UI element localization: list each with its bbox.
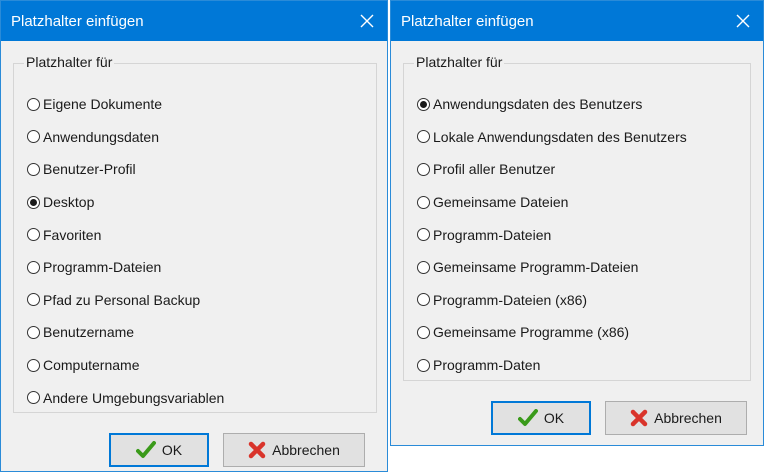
radio-list: Eigene Dokumente Anwendungsdaten Benutzer-… (27, 88, 224, 414)
radio-option-label: Benutzer-Profil (43, 161, 136, 178)
radio-option[interactable]: Anwendungsdaten des Benutzers (417, 88, 687, 121)
ok-button-label: OK (543, 410, 565, 426)
dialog-title: Platzhalter einfügen (401, 12, 534, 30)
radio-button[interactable] (417, 195, 430, 209)
cancel-button[interactable]: Abbrechen (605, 401, 747, 435)
radio-option-label: Profil aller Benutzer (433, 161, 556, 178)
checkmark-icon (135, 441, 156, 458)
radio-button[interactable] (27, 130, 40, 144)
radio-button[interactable] (27, 260, 40, 274)
radio-button[interactable] (27, 228, 40, 242)
insert-placeholder-dialog-left: Platzhalter einfügen Platzhalter für Eig… (0, 0, 388, 472)
close-icon (360, 14, 374, 28)
radio-option-label: Anwendungsdaten des Benutzers (433, 96, 643, 113)
ok-button-label: OK (161, 442, 183, 458)
radio-list: Anwendungsdaten des Benutzers Lokale Anwe… (417, 88, 687, 381)
radio-button[interactable] (27, 97, 40, 111)
radio-option-label: Programm-Dateien (433, 226, 552, 243)
cancel-button[interactable]: Abbrechen (223, 433, 365, 467)
radio-option[interactable]: Programm-Dateien (27, 251, 224, 284)
placeholder-for-group: Platzhalter für Anwendungsdaten des Benu… (403, 54, 751, 381)
radio-option-label: Favoriten (43, 226, 102, 243)
radio-option[interactable]: Lokale Anwendungsdaten des Benutzers (417, 121, 687, 154)
radio-button-checked[interactable] (27, 195, 40, 209)
radio-option-label: Gemeinsame Dateien (433, 194, 569, 211)
radio-option[interactable]: Gemeinsame Dateien (417, 186, 687, 219)
red-x-icon (630, 409, 648, 427)
radio-button[interactable] (417, 358, 430, 372)
close-button[interactable] (723, 1, 763, 41)
radio-dot-icon (30, 198, 37, 206)
radio-option-label: Pfad zu Personal Backup (43, 291, 201, 308)
radio-option-label: Gemeinsame Programme (x86) (433, 324, 630, 341)
title-bar: Platzhalter einfügen (391, 1, 763, 41)
radio-option-label: Programm-Daten (433, 357, 541, 374)
group-label: Platzhalter für (414, 54, 505, 70)
title-bar: Platzhalter einfügen (1, 1, 387, 41)
radio-option[interactable]: Desktop (27, 186, 224, 219)
radio-button[interactable] (417, 130, 430, 144)
radio-option-label: Programm-Dateien (x86) (433, 291, 588, 308)
radio-button[interactable] (417, 162, 430, 176)
radio-option-label: Anwendungsdaten (43, 128, 159, 145)
red-x-icon (248, 441, 266, 459)
insert-placeholder-dialog-right: Platzhalter einfügen Platzhalter für Anw… (390, 0, 764, 446)
radio-option[interactable]: Andere Umgebungsvariablen (27, 381, 224, 414)
radio-button[interactable] (27, 162, 40, 176)
close-button[interactable] (347, 1, 387, 41)
radio-button[interactable] (27, 358, 40, 372)
placeholder-for-group: Platzhalter für Eigene Dokumente Anwendun… (13, 54, 377, 414)
ok-button[interactable]: OK (109, 433, 209, 467)
radio-option[interactable]: Gemeinsame Programm-Dateien (417, 251, 687, 284)
group-label: Platzhalter für (24, 54, 115, 70)
radio-button[interactable] (27, 293, 40, 307)
radio-dot-icon (420, 100, 427, 108)
radio-button[interactable] (417, 293, 430, 307)
radio-button[interactable] (417, 325, 430, 339)
radio-option[interactable]: Gemeinsame Programme (x86) (417, 316, 687, 349)
radio-button[interactable] (27, 391, 40, 405)
close-icon (736, 14, 750, 28)
radio-option-label: Eigene Dokumente (43, 96, 163, 113)
dialog-title: Platzhalter einfügen (11, 12, 144, 30)
cancel-button-label: Abbrechen (272, 442, 340, 458)
radio-option[interactable]: Computername (27, 349, 224, 382)
ok-button[interactable]: OK (491, 401, 591, 435)
radio-option-label: Programm-Dateien (43, 259, 162, 276)
radio-option[interactable]: Benutzername (27, 316, 224, 349)
radio-option[interactable]: Favoriten (27, 218, 224, 251)
radio-option[interactable]: Programm-Dateien (x86) (417, 284, 687, 317)
radio-button-checked[interactable] (417, 97, 430, 111)
radio-option-label: Lokale Anwendungsdaten des Benutzers (433, 128, 687, 145)
radio-option[interactable]: Pfad zu Personal Backup (27, 284, 224, 317)
radio-option-label: Computername (43, 357, 140, 374)
radio-button[interactable] (417, 228, 430, 242)
checkmark-icon (517, 409, 538, 426)
radio-option-label: Desktop (43, 194, 95, 211)
radio-button[interactable] (417, 260, 430, 274)
radio-option-label: Benutzername (43, 324, 135, 341)
radio-button[interactable] (27, 325, 40, 339)
radio-option[interactable]: Benutzer-Profil (27, 153, 224, 186)
radio-option[interactable]: Eigene Dokumente (27, 88, 224, 121)
radio-option[interactable]: Programm-Daten (417, 349, 687, 382)
radio-option[interactable]: Anwendungsdaten (27, 121, 224, 154)
radio-option-label: Gemeinsame Programm-Dateien (433, 259, 639, 276)
cancel-button-label: Abbrechen (654, 410, 722, 426)
radio-option[interactable]: Profil aller Benutzer (417, 153, 687, 186)
radio-option-label: Andere Umgebungsvariablen (43, 389, 225, 406)
radio-option[interactable]: Programm-Dateien (417, 218, 687, 251)
